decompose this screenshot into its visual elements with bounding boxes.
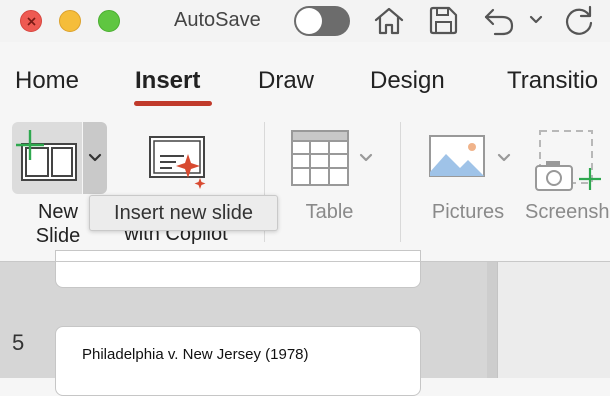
slide-number: 5 (12, 330, 25, 355)
slide-thumbnail-title: Philadelphia v. New Jersey (1978) (82, 346, 309, 363)
new-slide-label-line1: New (37, 201, 78, 223)
slide-thumbnail-previous[interactable] (55, 250, 421, 288)
new-slide-button[interactable] (12, 122, 82, 194)
new-slide-dropdown-button[interactable] (83, 122, 107, 194)
pictures-label: Pictures (431, 201, 505, 223)
undo-chevron-down-icon[interactable] (528, 13, 544, 27)
minimize-window-button[interactable] (59, 10, 81, 32)
title-bar: AutoSave (0, 0, 610, 42)
home-icon[interactable] (372, 5, 406, 37)
pictures-chevron-down-icon (497, 153, 511, 162)
table-label: Table (305, 201, 354, 223)
maximize-window-button[interactable] (98, 10, 120, 32)
close-icon (27, 17, 36, 26)
table-chevron-down-icon (359, 153, 373, 162)
pictures-button[interactable]: Pictures (420, 124, 516, 230)
autosave-label: AutoSave (174, 9, 261, 31)
tooltip: Insert new slide (89, 195, 278, 231)
screenshot-icon (535, 130, 601, 191)
save-icon[interactable] (427, 5, 459, 37)
new-slide-label-line2: Slide (35, 225, 81, 247)
active-tab-indicator (134, 101, 212, 106)
tab-draw[interactable]: Draw (258, 67, 314, 95)
table-button[interactable]: Table (282, 124, 382, 230)
screenshot-button[interactable]: Screensh (520, 124, 610, 230)
redo-icon[interactable] (562, 5, 596, 37)
table-icon (291, 130, 349, 186)
ribbon-bottom-border (0, 261, 610, 262)
slide-editor-pane[interactable] (497, 262, 610, 378)
tab-transitions[interactable]: Transitio (507, 67, 598, 95)
copilot-slide-icon (149, 136, 206, 189)
undo-icon[interactable] (482, 5, 516, 37)
ribbon-tabs: Home Insert Draw Design Transitio (0, 50, 610, 110)
new-slide-icon (16, 130, 77, 181)
thumbnail-scrollbar[interactable] (487, 262, 497, 378)
toggle-knob (296, 8, 322, 34)
close-window-button[interactable] (20, 10, 42, 32)
chevron-down-icon (88, 153, 102, 162)
autosave-toggle[interactable] (294, 6, 350, 36)
tab-home[interactable]: Home (15, 67, 79, 95)
tab-design[interactable]: Design (370, 67, 445, 95)
pictures-icon (429, 135, 485, 177)
ribbon-separator (400, 122, 401, 242)
tab-insert[interactable]: Insert (135, 67, 200, 95)
screenshot-label: Screensh (525, 201, 610, 223)
